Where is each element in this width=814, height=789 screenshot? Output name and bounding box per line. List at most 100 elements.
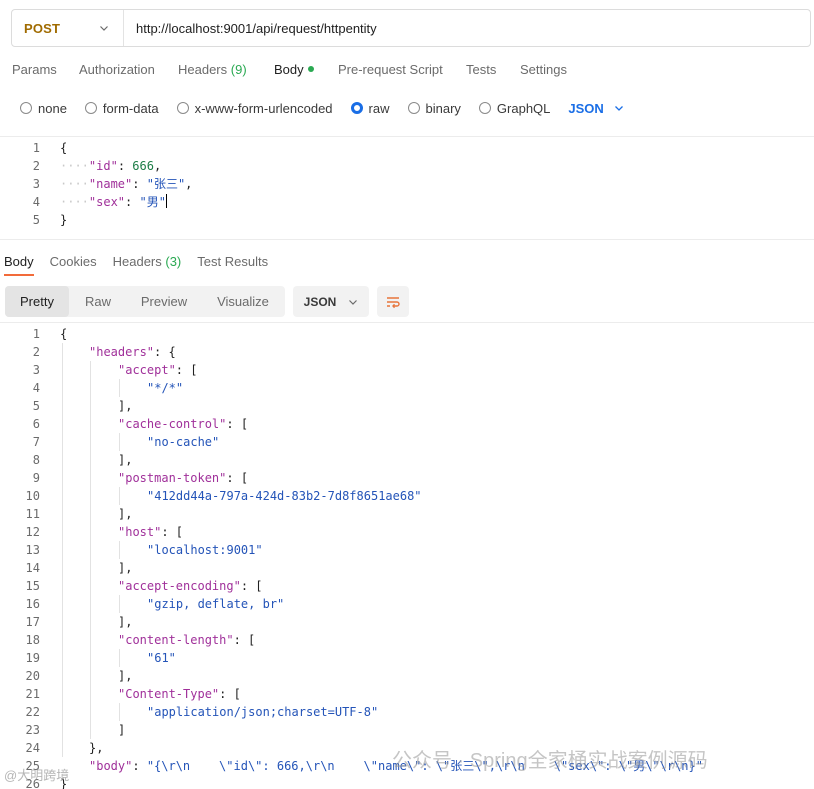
line-number: 5 — [32, 399, 40, 413]
line-number: 19 — [25, 651, 40, 665]
body-type-graphql[interactable]: GraphQL — [478, 100, 551, 116]
body-type-options: none form-data x-www-form-urlencoded raw… — [20, 98, 624, 118]
line-number: 9 — [32, 471, 40, 485]
tab-body[interactable]: Body — [274, 62, 314, 77]
watermark: 公众号 · Spring全家桶实战案例源码 — [392, 744, 708, 773]
indent-guide — [62, 343, 63, 757]
request-body-editor[interactable]: 1 2 3 4 5 { ····"id": 666, ····"name": "张三",… — [0, 136, 814, 240]
radio-checked-icon — [350, 102, 363, 114]
body-type-binary[interactable]: binary — [407, 100, 461, 116]
radio-icon — [176, 102, 189, 114]
tab-params[interactable]: Params — [12, 62, 57, 77]
tab-tests[interactable]: Tests — [466, 62, 496, 77]
line-number: 16 — [25, 597, 40, 611]
body-type-label: binary — [425, 100, 461, 116]
code-line: ····"name": "张三", — [60, 177, 193, 191]
line-number: 15 — [25, 579, 40, 593]
line-number: 4 — [32, 195, 40, 209]
watermark-text: 公众号 · Spring全家桶实战案例源码 — [392, 750, 708, 772]
body-type-form-data[interactable]: form-data — [84, 100, 159, 116]
indent-guide — [119, 433, 120, 451]
watermark-left: @大明跨境 — [4, 768, 70, 783]
line-number: 3 — [32, 363, 40, 377]
body-type-label: GraphQL — [496, 100, 551, 116]
code-line: "host": [ — [118, 525, 184, 539]
body-type-label: raw — [368, 100, 390, 116]
tab-headers-count: (9) — [230, 62, 247, 77]
radio-icon — [20, 102, 32, 114]
indent-guide — [119, 379, 120, 397]
response-format-select[interactable]: JSON — [293, 286, 369, 317]
body-type-none[interactable]: none — [20, 101, 67, 116]
code-line: }, — [89, 741, 104, 755]
tab-authorization[interactable]: Authorization — [79, 62, 155, 77]
code-line: "postman-token": [ — [118, 471, 249, 485]
tab-headers[interactable]: Headers (9) — [178, 62, 247, 77]
chevron-down-icon — [614, 106, 623, 111]
view-raw-button[interactable]: Raw — [69, 286, 127, 317]
line-number: 11 — [25, 507, 40, 521]
url-input[interactable]: http://localhost:9001/api/request/httpen… — [124, 21, 377, 36]
indent-guide — [119, 541, 120, 559]
code-line: ], — [118, 615, 133, 629]
view-pretty-button[interactable]: Pretty — [5, 286, 69, 317]
tab-pre-request-script[interactable]: Pre-request Script — [338, 62, 443, 77]
indent-guide — [119, 649, 120, 667]
line-number: 22 — [25, 705, 40, 719]
line-number: 3 — [32, 177, 40, 191]
tab-count: (3) — [165, 254, 182, 269]
line-number: 18 — [25, 633, 40, 647]
indent-guide — [119, 487, 120, 505]
line-number: 2 — [32, 159, 40, 173]
line-number: 23 — [25, 723, 40, 737]
view-mode-group: Pretty Raw Preview Visualize — [5, 286, 285, 317]
view-preview-button[interactable]: Preview — [127, 286, 201, 317]
code-line: ], — [118, 561, 133, 575]
body-type-urlencoded[interactable]: x-www-form-urlencoded — [176, 101, 333, 116]
code-line: "accept-encoding": [ — [118, 579, 263, 593]
modified-dot-icon — [307, 66, 314, 72]
line-number: 10 — [25, 489, 40, 503]
line-number: 1 — [32, 327, 40, 341]
tab-test-results[interactable]: Test Results — [197, 254, 268, 272]
chevron-down-icon — [349, 299, 358, 305]
radio-icon — [478, 102, 491, 114]
code-line: "headers": { — [89, 345, 176, 359]
text-cursor — [165, 194, 167, 208]
line-number: 1 — [32, 141, 40, 155]
line-number: 7 — [32, 435, 40, 449]
code-line: ], — [118, 507, 133, 521]
response-body-viewer[interactable]: 1 2 3 4 5 6 7 8 9 10 11 12 13 14 15 16 17 18 19 20 21 22 23 24 2… — [0, 322, 814, 789]
code-line: "cache-control": [ — [118, 417, 249, 431]
code-line: "localhost:9001" — [147, 543, 263, 557]
method-label: POST — [24, 20, 61, 36]
wrap-lines-icon — [387, 296, 400, 308]
line-number: 17 — [25, 615, 40, 629]
tab-body-label: Body — [274, 62, 304, 77]
code-line: ····"id": 666, — [60, 159, 162, 173]
tab-response-headers[interactable]: Headers (3) — [113, 254, 182, 272]
tab-label: Headers — [112, 254, 162, 269]
method-select[interactable]: POST — [12, 10, 124, 46]
tab-settings[interactable]: Settings — [520, 62, 567, 77]
body-type-label: form-data — [102, 100, 159, 116]
code-line: ], — [118, 669, 133, 683]
line-number: 4 — [32, 381, 40, 395]
code-line: ], — [118, 399, 133, 413]
view-visualize-button[interactable]: Visualize — [201, 286, 285, 317]
line-number: 12 — [25, 525, 40, 539]
tab-response-body[interactable]: Body — [4, 254, 34, 272]
wrap-lines-button[interactable] — [377, 286, 409, 317]
line-number: 20 — [25, 669, 40, 683]
radio-icon — [407, 102, 420, 114]
body-language-select[interactable]: JSON — [568, 101, 623, 116]
code-line: "61" — [147, 651, 176, 665]
tab-response-cookies[interactable]: Cookies — [50, 254, 97, 272]
code-line: "content-length": [ — [118, 633, 256, 647]
url-bar: POST http://localhost:9001/api/request/h… — [11, 9, 811, 47]
body-type-raw[interactable]: raw — [350, 100, 390, 116]
line-number: 2 — [32, 345, 40, 359]
chevron-down-icon — [100, 26, 108, 31]
code-line: "accept": [ — [118, 363, 198, 377]
body-type-label: none — [38, 100, 67, 116]
